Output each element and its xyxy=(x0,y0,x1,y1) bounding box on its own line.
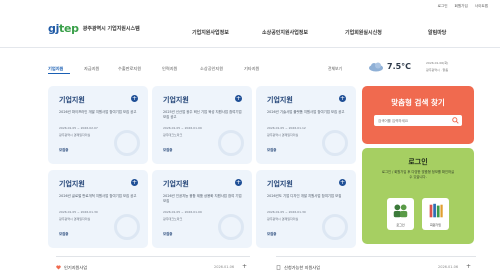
card-date: 2026.01.05 ~ 2026.01.12 xyxy=(267,126,306,130)
card-org: 광주광역시 경제일자리실 xyxy=(59,217,91,221)
card-title: 기업지원 xyxy=(59,96,85,104)
login-button-label: 로그인 xyxy=(396,223,405,227)
weather-widget: 7.5°C 2026.01.06(화) 광주광역시 · 맑음 xyxy=(368,60,468,78)
card-org: 광주테크노파크 xyxy=(163,217,183,221)
active-tab-indicator xyxy=(48,73,70,75)
login-description: 로그인 / 회원가입 후 다양한 맞춤형 정보를 확인하실 수 있습니다. xyxy=(381,170,455,179)
card-description: 2026년도 기업 디자인 개발 지원사업 참여기업 모집 xyxy=(267,194,342,198)
top-utility-bar: 로그인 회원가입 사이트맵 xyxy=(0,0,500,15)
login-panel: 로그인 로그인 / 회원가입 후 다양한 맞춤형 정보를 확인하실 수 있습니다… xyxy=(362,148,474,244)
heart-icon xyxy=(56,265,61,270)
nav-business-support[interactable]: 기업지원사업정보 xyxy=(192,29,229,36)
custom-search-panel: 맞춤형 검색 찾기 xyxy=(362,86,474,144)
support-card[interactable]: 기업지원 + 2026년 파이프라인 개발 지원사업 참여기업 모집 공고 20… xyxy=(48,86,148,164)
nav-small-business-support[interactable]: 소상공인지원사업정보 xyxy=(262,29,308,36)
cloud-icon xyxy=(369,62,383,72)
signup-button-label: 회원가입 xyxy=(429,223,442,227)
card-title: 기업지원 xyxy=(163,96,189,104)
plus-icon[interactable]: + xyxy=(339,95,346,102)
login-panel-title: 로그인 xyxy=(408,158,428,166)
logo-mark: gjtep xyxy=(48,22,79,35)
watermark-icon xyxy=(114,130,140,156)
section-date: 2026.01.06 xyxy=(214,265,235,269)
card-date: 2026.01.05 ~ 2026.01.30 xyxy=(59,210,98,214)
tab-business[interactable]: 기업지원 xyxy=(48,66,63,72)
card-title: 기업지원 xyxy=(163,180,189,188)
login-button[interactable]: 로그인 xyxy=(387,198,414,230)
card-org: 광주테크노파크 xyxy=(163,133,183,137)
plus-icon[interactable]: + xyxy=(339,179,346,186)
card-status: 모집중 xyxy=(163,232,173,236)
plus-icon[interactable]: + xyxy=(466,264,472,270)
popular-programs-section: 인기지원사업 2026.01.06 + xyxy=(56,256,250,279)
weather-date: 2026.01.06(화) xyxy=(426,61,449,65)
card-title: 기업지원 xyxy=(59,180,85,188)
card-status: 모집중 xyxy=(267,232,277,236)
card-org: 광주광역시 경제일자리실 xyxy=(267,133,299,137)
search-input[interactable] xyxy=(374,115,462,126)
search-panel-title: 맞춤형 검색 찾기 xyxy=(391,98,445,107)
card-date: 2026.01.05 ~ 2026.01.09 xyxy=(163,210,202,214)
plus-icon[interactable]: + xyxy=(131,95,138,102)
logo-text: 광주광역시 기업지원시스템 xyxy=(82,26,140,32)
support-card[interactable]: 기업지원 + 2025년 신산업 광주 혁신 기업 육성 지원사업 참여기업 모… xyxy=(152,86,252,164)
support-card[interactable]: 기업지원 + 2026년도 기업 디자인 개발 지원사업 참여기업 모집 202… xyxy=(256,170,356,248)
plus-icon[interactable]: + xyxy=(235,179,242,186)
plus-icon[interactable]: + xyxy=(235,95,242,102)
category-tabs: 기업지원 자금지원 수출판로지원 인력지원 소상공인지원 기타지원 xyxy=(48,64,348,78)
card-status: 모집중 xyxy=(59,232,69,236)
support-card[interactable]: 기업지원 + 2026년 기술사업 플랫폼 지원사업 참여기업 모집 공고 20… xyxy=(256,86,356,164)
site-logo[interactable]: gjtep 광주광역시 기업지원시스템 xyxy=(48,22,140,35)
top-link-sitemap[interactable]: 사이트맵 xyxy=(475,4,488,9)
view-all-link[interactable]: 전체보기 xyxy=(328,66,342,72)
tab-small-business[interactable]: 소상공인지원 xyxy=(200,66,223,72)
tab-export[interactable]: 수출판로지원 xyxy=(118,66,141,72)
card-status: 모집중 xyxy=(267,148,277,152)
site-header: gjtep 광주광역시 기업지원시스템 기업지원사업정보 소상공인지원사업정보 … xyxy=(0,15,500,48)
support-card[interactable]: 기업지원 + 2026년 글로벌 판로개척 지원사업 참여기업 모집 공고 20… xyxy=(48,170,148,248)
section-title: 인기지원사업 xyxy=(64,265,88,270)
available-programs-section: 신청가능한 지원사업 2026.01.06 + xyxy=(276,256,476,279)
card-description: 2026년 글로벌 판로개척 지원사업 참여기업 모집 공고 xyxy=(59,194,137,198)
card-org: 광주광역시 경제일자리실 xyxy=(59,133,91,137)
card-date: 2026.01.05 ~ 2026.02.07 xyxy=(59,126,98,130)
signup-button[interactable]: 회원가입 xyxy=(422,198,449,230)
watermark-icon xyxy=(322,214,348,240)
section-date: 2026.01.06 xyxy=(438,265,459,269)
card-status: 모집중 xyxy=(59,148,69,152)
watermark-icon xyxy=(218,214,244,240)
card-title: 기업지원 xyxy=(267,96,293,104)
card-title: 기업지원 xyxy=(267,180,293,188)
books-icon xyxy=(429,203,443,218)
plus-icon[interactable]: + xyxy=(242,264,248,270)
watermark-icon xyxy=(322,130,348,156)
watermark-icon xyxy=(218,130,244,156)
section-title: 신청가능한 지원사업 xyxy=(284,265,321,270)
search-icon[interactable] xyxy=(452,117,459,124)
tab-funding[interactable]: 자금지원 xyxy=(84,66,99,72)
top-link-login[interactable]: 로그인 xyxy=(438,4,448,9)
nav-notice[interactable]: 알림마당 xyxy=(428,29,446,36)
nav-member-application[interactable]: 기업회원실시신청 xyxy=(345,29,382,36)
top-links: 로그인 회원가입 사이트맵 xyxy=(438,4,488,9)
tab-hr[interactable]: 인력지원 xyxy=(162,66,177,72)
plus-icon[interactable]: + xyxy=(131,179,138,186)
document-icon xyxy=(276,265,281,270)
tab-other[interactable]: 기타지원 xyxy=(244,66,259,72)
support-card[interactable]: 기업지원 + 2026년 인공지능 융합 제품 상용화 지원사업 참여 기업 모… xyxy=(152,170,252,248)
card-date: 2026.01.05 ~ 2026.01.30 xyxy=(267,210,306,214)
card-date: 2026.01.05 ~ 2026.01.09 xyxy=(163,126,202,130)
watermark-icon xyxy=(114,214,140,240)
weather-location: 광주광역시 · 맑음 xyxy=(426,68,449,72)
card-description: 2025년 신산업 광주 혁신 기업 육성 지원사업 참여기업 모집 공고 xyxy=(163,110,242,119)
temperature: 7.5°C xyxy=(387,62,412,71)
card-status: 모집중 xyxy=(163,148,173,152)
card-description: 2026년 인공지능 융합 제품 상용화 지원사업 참여 기업 모집 xyxy=(163,194,242,203)
card-description: 2026년 파이프라인 개발 지원사업 참여기업 모집 공고 xyxy=(59,110,137,114)
top-link-signup[interactable]: 회원가입 xyxy=(455,4,468,9)
card-org: 광주광역시 경제일자리실 xyxy=(267,217,299,221)
card-description: 2026년 기술사업 플랫폼 지원사업 참여기업 모집 공고 xyxy=(267,110,345,114)
user-icon xyxy=(393,204,408,218)
